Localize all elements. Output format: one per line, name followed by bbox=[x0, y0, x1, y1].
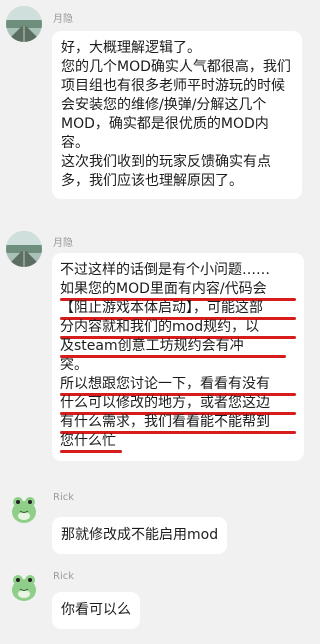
message-line: 不过这样的话倒是有个小问题…… bbox=[60, 262, 270, 278]
red-underline bbox=[60, 450, 122, 453]
message-paragraph: 这次我们收到的玩家反馈确实有点多，我们应该也理解原因了。 bbox=[61, 154, 271, 189]
underlined-line: 什么可以修改的地方，或者您这边 bbox=[60, 394, 296, 415]
landscape-avatar-icon[interactable] bbox=[6, 231, 42, 267]
landscape-avatar-icon[interactable] bbox=[6, 6, 42, 42]
message-line: 突。 bbox=[60, 357, 88, 373]
message-paragraph: 好，大概理解逻辑了。 bbox=[61, 40, 201, 56]
message-line: 什么可以修改的地方，或者您这边 bbox=[60, 395, 270, 411]
message-text: 那就修改成不能启用mod bbox=[61, 527, 219, 543]
message-bubble[interactable]: 不过这样的话倒是有个小问题…… 如果您的MOD里面有内容/代码会 【阻止游戏本体… bbox=[52, 253, 304, 461]
message-paragraph: 您的几个MOD确实人气都很高，我们项目组也有很多老师平时游玩的时候会安装您的维修… bbox=[61, 59, 291, 151]
sender-name: 月隐 bbox=[53, 238, 73, 249]
underlined-line: 您什么忙 bbox=[60, 432, 296, 453]
message-bubble[interactable]: 你看可以么 bbox=[52, 592, 140, 629]
underlined-line: 所以想跟您讨论一下，看看有没有 bbox=[60, 375, 296, 396]
sender-name: Rick bbox=[53, 571, 75, 582]
frog-avatar-icon[interactable] bbox=[6, 490, 42, 526]
red-underline bbox=[60, 355, 286, 358]
underlined-line: 如果您的MOD里面有内容/代码会 bbox=[60, 280, 296, 301]
message-text: 你看可以么 bbox=[61, 602, 131, 618]
underlined-line: 及steam创意工坊规约会有冲 bbox=[60, 337, 296, 358]
underlined-line: 分内容就和我们的mod规约，以 bbox=[60, 318, 296, 339]
underlined-line: 有什么需求，我们看看能不能帮到 bbox=[60, 413, 296, 434]
message-line: 您什么忙 bbox=[60, 433, 116, 449]
frog-avatar-icon[interactable] bbox=[6, 568, 42, 604]
sender-name: 月隐 bbox=[53, 14, 73, 25]
message-line: 分内容就和我们的mod规约，以 bbox=[60, 319, 260, 335]
message-line: 及steam创意工坊规约会有冲 bbox=[60, 338, 244, 354]
sender-name: Rick bbox=[53, 492, 75, 503]
message-line: 如果您的MOD里面有内容/代码会 bbox=[60, 281, 267, 297]
message-line: 有什么需求，我们看看能不能帮到 bbox=[60, 414, 270, 430]
underlined-line: 【阻止游戏本体启动】，可能这部 bbox=[60, 299, 296, 320]
message-bubble[interactable]: 好，大概理解逻辑了。 您的几个MOD确实人气都很高，我们项目组也有很多老师平时游… bbox=[52, 31, 302, 199]
message-line: 【阻止游戏本体启动】，可能这部 bbox=[60, 300, 263, 316]
message-line: 所以想跟您讨论一下，看看有没有 bbox=[60, 376, 270, 392]
message-bubble[interactable]: 那就修改成不能启用mod bbox=[52, 517, 228, 554]
